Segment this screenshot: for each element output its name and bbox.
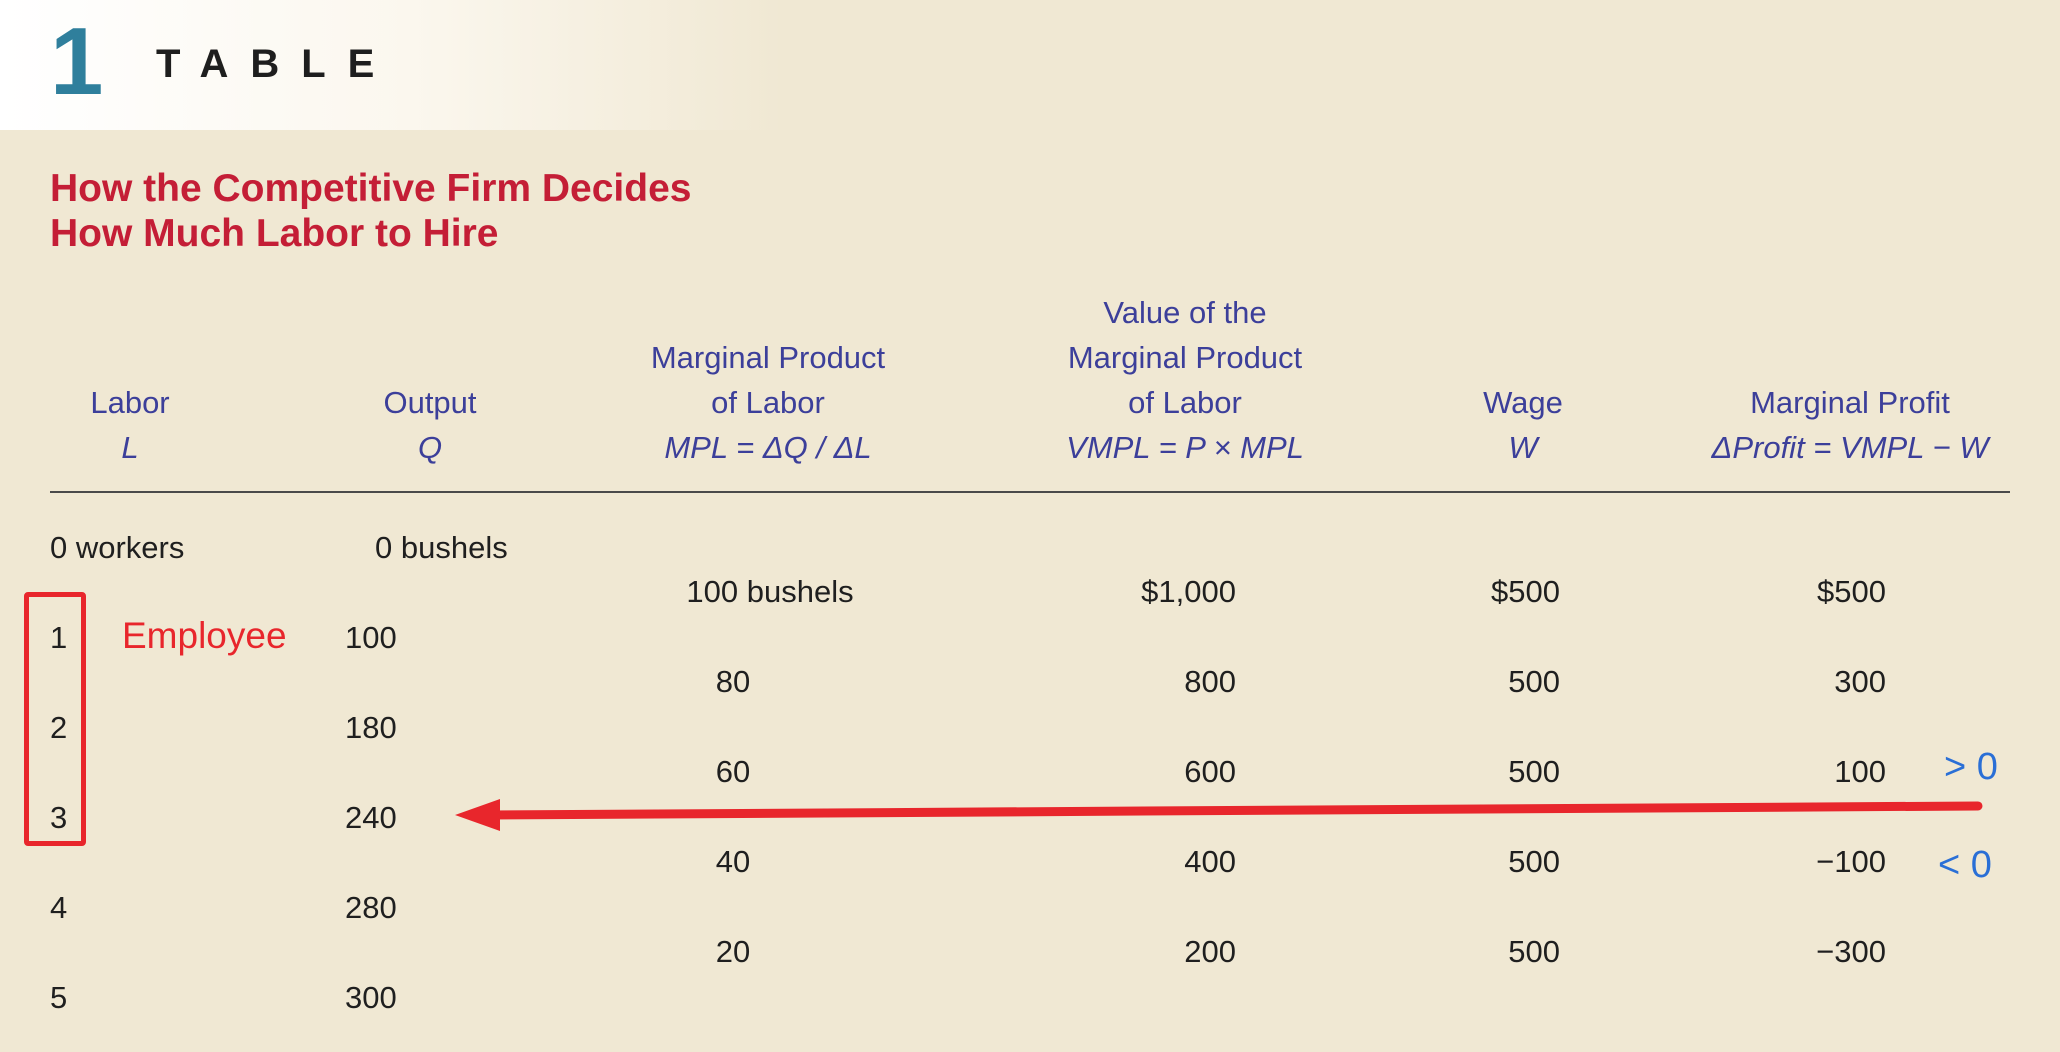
negative-sign-label: < 0 bbox=[1938, 844, 1992, 886]
arrow-head bbox=[455, 799, 500, 831]
arrow-shaft bbox=[485, 801, 1983, 820]
positive-sign-label: > 0 bbox=[1944, 746, 1998, 788]
arrow-annotation bbox=[455, 799, 1983, 831]
